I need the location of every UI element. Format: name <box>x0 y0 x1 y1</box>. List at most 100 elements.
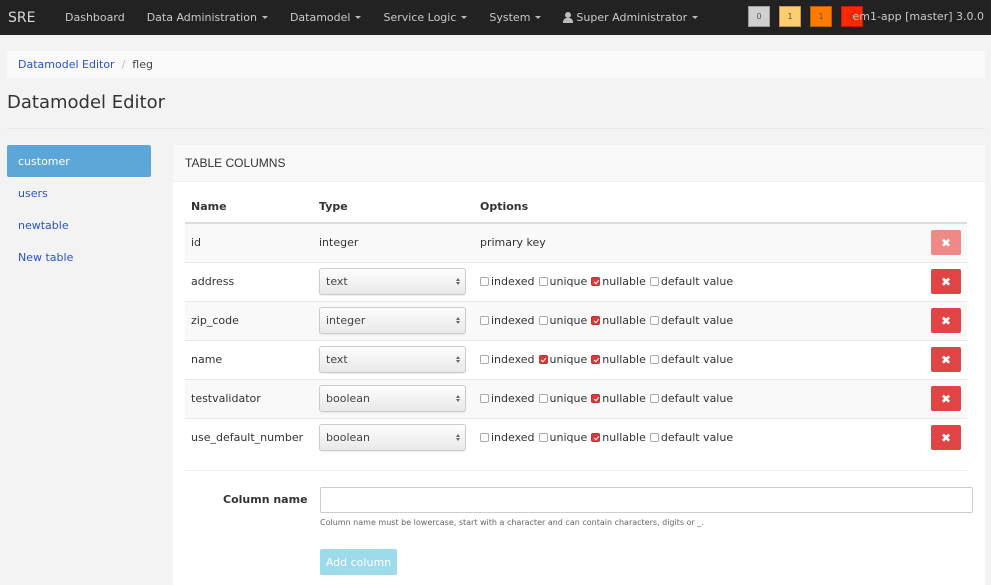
breadcrumb-separator: / <box>121 58 126 71</box>
nav-datamodel[interactable]: Datamodel <box>290 11 362 24</box>
option-nullable[interactable]: nullable <box>591 392 646 405</box>
delete-column-button[interactable]: ✖ <box>931 269 961 294</box>
type-value: integer <box>326 314 366 327</box>
sidebar-item-new-table[interactable]: New table <box>7 241 151 273</box>
top-navbar: SRE Dashboard Data Administration Datamo… <box>0 0 991 35</box>
breadcrumb-current: fleg <box>132 58 153 71</box>
sidebar-item-customer[interactable]: customer <box>7 145 151 177</box>
delete-column-button[interactable]: ✖ <box>931 425 961 451</box>
breadcrumb: Datamodel Editor / fleg <box>7 51 985 78</box>
option-default[interactable]: default value <box>649 275 734 288</box>
option-indexed[interactable]: indexed <box>480 275 535 288</box>
option-label: indexed <box>491 392 535 405</box>
option-label: default value <box>660 431 734 445</box>
option-label: default value <box>660 275 734 288</box>
table-row: testvalidator boolean indexed unique nullabl… <box>185 378 967 418</box>
sidebar-item-users[interactable]: users <box>7 177 151 209</box>
status-badge[interactable]: 1 <box>779 6 801 27</box>
option-label: unique <box>549 431 588 445</box>
delete-column-button[interactable]: ✖ <box>931 386 961 411</box>
checkbox-default[interactable] <box>649 433 659 443</box>
option-unique[interactable]: unique <box>538 275 588 288</box>
status-badge[interactable]: 1 <box>810 6 832 27</box>
nav-label: Service Logic <box>383 11 457 24</box>
option-indexed[interactable]: indexed <box>480 314 535 327</box>
header-actions <box>917 191 967 224</box>
delete-column-button[interactable]: ✖ <box>931 308 961 333</box>
checkbox-indexed[interactable] <box>480 355 489 364</box>
checkbox-indexed[interactable] <box>480 394 489 403</box>
checkbox-unique[interactable] <box>538 316 548 325</box>
delete-column-button[interactable]: ✖ <box>931 230 961 256</box>
select-arrows-icon <box>456 317 460 324</box>
column-name-input[interactable] <box>320 487 973 513</box>
breadcrumb-link[interactable]: Datamodel Editor <box>18 58 115 71</box>
nav-service-logic[interactable]: Service Logic <box>383 11 468 24</box>
column-options: indexed unique nullable default value <box>480 392 917 405</box>
checkbox-indexed[interactable] <box>480 277 489 286</box>
option-indexed[interactable]: indexed <box>480 431 535 444</box>
column-options: indexed unique nullable default value <box>480 353 917 366</box>
type-select[interactable]: integer <box>319 307 466 334</box>
option-unique[interactable]: unique <box>538 353 587 366</box>
add-column-button[interactable]: Add column <box>320 549 397 575</box>
checkbox-unique[interactable] <box>538 394 548 403</box>
nav-dashboard[interactable]: Dashboard <box>65 11 125 24</box>
table-row: use_default_number boolean indexed unique nu… <box>185 417 967 457</box>
close-icon: ✖ <box>940 235 952 250</box>
column-name: use_default_number <box>185 417 313 457</box>
delete-column-button[interactable]: ✖ <box>931 347 961 372</box>
column-options: indexed unique nullable default value <box>480 314 917 327</box>
checkbox-nullable[interactable] <box>591 394 601 403</box>
nav-system[interactable]: System <box>489 11 542 24</box>
nav-data-administration[interactable]: Data Administration <box>147 11 268 24</box>
divider <box>185 470 967 471</box>
checkbox-default[interactable] <box>649 277 659 286</box>
column-name: name <box>185 339 313 379</box>
column-type: integer <box>313 222 474 262</box>
option-unique[interactable]: unique <box>538 431 588 445</box>
checkbox-nullable[interactable] <box>591 316 601 325</box>
status-badge[interactable]: 0 <box>748 6 770 27</box>
column-name: testvalidator <box>185 378 313 418</box>
option-label: default value <box>660 392 734 405</box>
type-select[interactable]: text <box>319 268 466 295</box>
option-indexed[interactable]: indexed <box>480 392 535 405</box>
option-default[interactable]: default value <box>649 353 733 366</box>
option-unique[interactable]: unique <box>538 314 587 327</box>
checkbox-nullable[interactable] <box>591 355 601 364</box>
nav-user-menu[interactable]: Super Administrator <box>563 11 699 24</box>
header-name: Name <box>185 191 313 224</box>
checkbox-unique[interactable] <box>538 277 548 286</box>
close-icon: ✖ <box>940 352 952 367</box>
option-nullable[interactable]: nullable <box>591 353 646 366</box>
checkbox-default[interactable] <box>649 355 659 364</box>
type-select[interactable]: boolean <box>319 424 466 452</box>
option-default[interactable]: default value <box>649 392 734 405</box>
table-list-sidebar: customer users newtable New table <box>7 145 151 273</box>
option-unique[interactable]: unique <box>538 392 587 405</box>
checkbox-unique[interactable] <box>538 433 548 443</box>
checkbox-nullable[interactable] <box>591 277 601 286</box>
table-row: id integer primary key ✖ <box>185 222 967 262</box>
checkbox-indexed[interactable] <box>480 316 489 325</box>
sidebar-item-newtable[interactable]: newtable <box>7 209 151 241</box>
checkbox-nullable[interactable] <box>591 433 601 443</box>
checkbox-default[interactable] <box>649 316 659 325</box>
checkbox-indexed[interactable] <box>480 433 489 443</box>
option-default[interactable]: default value <box>649 431 734 445</box>
close-icon: ✖ <box>940 313 952 328</box>
option-nullable[interactable]: nullable <box>591 431 646 444</box>
option-nullable[interactable]: nullable <box>591 314 646 327</box>
option-default[interactable]: default value <box>649 314 733 327</box>
checkbox-default[interactable] <box>649 394 659 403</box>
checkbox-unique[interactable] <box>538 355 548 364</box>
option-label: unique <box>549 275 588 288</box>
type-select[interactable]: text <box>319 346 466 373</box>
caret-down-icon <box>461 16 468 19</box>
option-nullable[interactable]: nullable <box>591 275 646 288</box>
option-indexed[interactable]: indexed <box>480 353 535 366</box>
type-select[interactable]: boolean <box>319 385 466 412</box>
column-options: indexed unique nullable default value <box>480 431 917 444</box>
brand-logo[interactable]: SRE <box>8 10 65 26</box>
